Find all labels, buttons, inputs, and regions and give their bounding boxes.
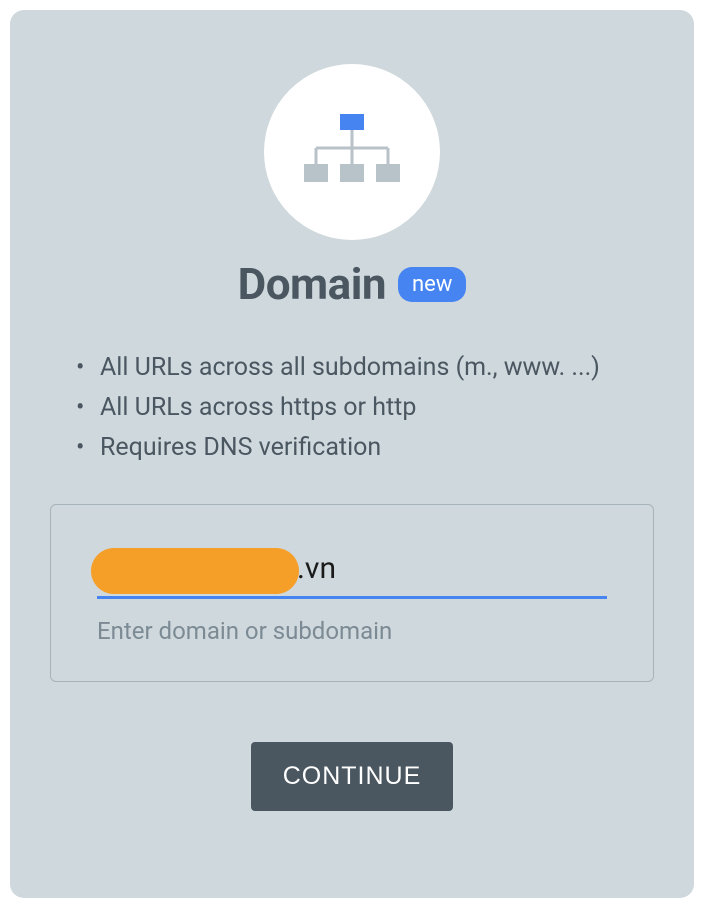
feature-item: All URLs across all subdomains (m., www.… <box>76 348 654 388</box>
domain-input[interactable]: .vn <box>97 551 607 599</box>
new-badge: new <box>398 267 466 302</box>
domain-property-card: Domain new All URLs across all subdomain… <box>10 10 694 898</box>
feature-list: All URLs across all subdomains (m., www.… <box>50 348 654 468</box>
icon-container <box>264 64 440 240</box>
sitemap-icon <box>302 110 402 194</box>
continue-button[interactable]: CONTINUE <box>251 742 454 811</box>
card-title: Domain <box>238 258 386 310</box>
feature-item: All URLs across https or http <box>76 388 654 428</box>
feature-item: Requires DNS verification <box>76 428 654 468</box>
input-helper-text: Enter domain or subdomain <box>97 617 607 645</box>
domain-input-container: .vn Enter domain or subdomain <box>50 504 654 682</box>
domain-input-value: .vn <box>297 551 336 588</box>
title-row: Domain new <box>238 258 467 310</box>
redacted-overlay <box>91 548 299 594</box>
